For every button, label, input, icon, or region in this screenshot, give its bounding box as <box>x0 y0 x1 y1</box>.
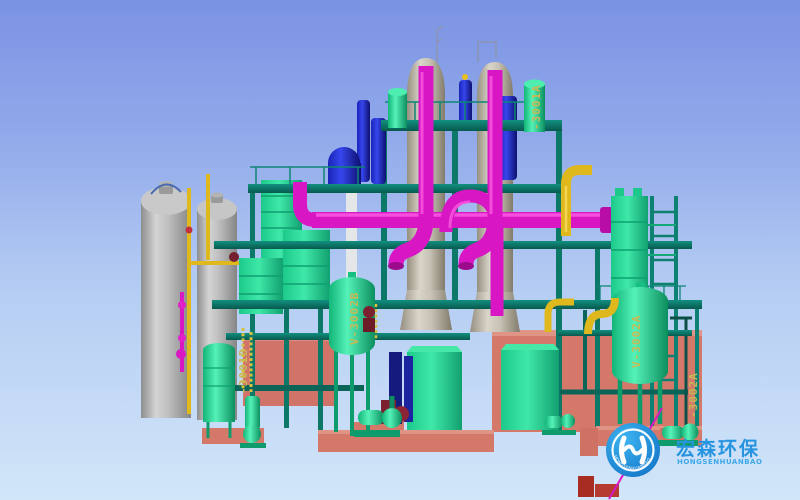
pump-mid <box>545 416 563 428</box>
maroon-valve <box>363 306 375 318</box>
pump-left <box>245 396 260 430</box>
tag-top-vessel: -3001A <box>530 84 543 130</box>
tag-vessel-a: V-3002A <box>630 315 643 368</box>
logo-name-en: HONGSENHUANBAO <box>677 458 762 466</box>
plant-render: V-3002B V-3002A -3002A -3001A -3001B HON… <box>0 0 800 500</box>
logo-name-cn: 宏森环保 <box>676 437 760 460</box>
tag-pump-line: -3002A <box>687 372 700 418</box>
tag-vessel-b: V-3002B <box>348 292 361 345</box>
column-left-skirt <box>400 290 452 330</box>
tag-left-line: -3001B <box>237 348 250 394</box>
plant-scene: V-3002B V-3002A -3002A -3001A -3001B HON… <box>0 0 800 500</box>
pump-center <box>358 410 384 425</box>
magenta-valve <box>178 334 186 342</box>
magenta-valve <box>178 301 186 309</box>
instrument-masts <box>437 26 496 62</box>
red-block <box>595 484 619 497</box>
valve-red <box>186 227 193 234</box>
green-tank-boxes <box>407 344 559 430</box>
red-block <box>578 476 594 497</box>
